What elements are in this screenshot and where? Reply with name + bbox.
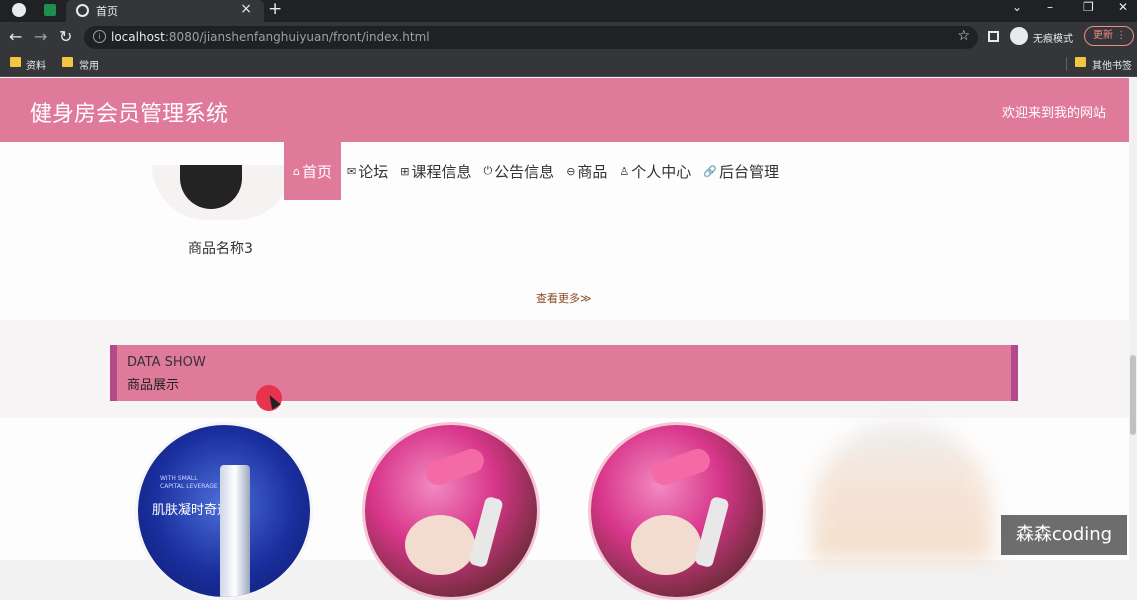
- folder-icon: [62, 57, 73, 67]
- nav-products[interactable]: ⊖ 商品: [560, 142, 613, 200]
- browser-toolbar: ← → ↻ i localhost:8080/jianshenfanghuiyu…: [0, 22, 1137, 52]
- see-more-link[interactable]: 查看更多≫: [536, 290, 592, 306]
- circle-icon: ⊖: [566, 164, 576, 178]
- section-title-cn: 商品展示: [127, 378, 180, 393]
- lipstick-shape: [422, 445, 488, 489]
- section-title-en: DATA SHOW: [127, 355, 206, 370]
- grid-icon: ⊞: [400, 164, 410, 178]
- product-image-skincare[interactable]: WITH SMALL CAPITAL LEVERAGE 肌肤凝时奇迹: [135, 422, 313, 600]
- folder-icon: [1075, 57, 1086, 67]
- chrome-icon[interactable]: [12, 3, 26, 17]
- side-panel-icon[interactable]: [988, 31, 999, 42]
- nav-label: 个人中心: [631, 162, 692, 181]
- product-image-cosmetics[interactable]: [362, 422, 540, 600]
- bookmarks-bar: 资料 常用 其他书签: [0, 52, 1137, 77]
- nav-announcements[interactable]: ⏻ 公告信息: [477, 142, 560, 200]
- welcome-text: 欢迎来到我的网站: [1001, 106, 1106, 121]
- main-nav: ⌂ 首页 ✉ 论坛 ⊞ 课程信息 ⏻ 公告信息 ⊖ 商品 ♙ 个人中心 🔗 后台管理: [284, 142, 785, 200]
- tab-title: 首页: [96, 5, 118, 18]
- bookmark-folder-ziliao[interactable]: 资料: [26, 57, 46, 72]
- mail-icon: ✉: [347, 164, 357, 178]
- browser-tab-strip: 首页 × + ⌄ – ❐ ✕: [0, 0, 1137, 22]
- back-icon[interactable]: ←: [9, 27, 22, 46]
- nav-personal-center[interactable]: ♙ 个人中心: [613, 142, 697, 200]
- minimize-icon[interactable]: –: [1047, 0, 1053, 14]
- site-header: 健身房会员管理系统 欢迎来到我的网站: [0, 78, 1137, 142]
- tab-search-icon[interactable]: ⌄: [1012, 0, 1022, 14]
- site-title: 健身房会员管理系统: [30, 102, 229, 127]
- product-small-print: WITH SMALL CAPITAL LEVERAGE: [160, 475, 218, 490]
- product-image-text: 肌肤凝时奇迹: [152, 503, 231, 518]
- bottle-shape: [220, 465, 250, 597]
- update-label: 更新: [1093, 30, 1113, 41]
- product-name[interactable]: 商品名称3: [188, 238, 253, 258]
- close-tab-icon[interactable]: ×: [240, 1, 252, 17]
- home-icon: ⌂: [293, 164, 300, 178]
- section-title-bar: DATA SHOW 商品展示: [110, 345, 1018, 401]
- folder-icon: [10, 57, 21, 67]
- nav-label: 课程信息: [411, 162, 472, 181]
- nav-courses[interactable]: ⊞ 课程信息: [394, 142, 477, 200]
- scrollbar-thumb[interactable]: [1130, 355, 1136, 435]
- window-close-icon[interactable]: ✕: [1118, 0, 1128, 14]
- user-icon: ♙: [619, 164, 630, 178]
- nav-home[interactable]: ⌂ 首页: [284, 142, 341, 200]
- nav-label: 公告信息: [494, 162, 555, 181]
- watermark: 森森coding: [1001, 515, 1127, 555]
- powder-shape: [631, 515, 701, 575]
- lipstick-shape: [648, 445, 714, 489]
- update-button[interactable]: 更新 ⋮: [1084, 26, 1134, 46]
- bookmark-folder-changyong[interactable]: 常用: [79, 57, 99, 72]
- powder-shape: [405, 515, 475, 575]
- nav-label: 首页: [301, 162, 332, 181]
- site-info-icon[interactable]: i: [93, 30, 106, 43]
- url-path: :8080/jianshenfanghuiyuan/front/index.ht…: [164, 30, 430, 44]
- globe-icon: [76, 4, 89, 17]
- incognito-label[interactable]: 无痕模式: [1033, 30, 1073, 45]
- incognito-icon[interactable]: [1010, 27, 1028, 45]
- address-bar[interactable]: i localhost:8080/jianshenfanghuiyuan/fro…: [84, 26, 978, 49]
- url-text[interactable]: localhost:8080/jianshenfanghuiyuan/front…: [111, 30, 430, 44]
- bookmarks-divider: [1066, 57, 1067, 71]
- reload-icon[interactable]: ↻: [59, 27, 72, 46]
- restore-icon[interactable]: ❐: [1083, 0, 1094, 14]
- tube-shape: [694, 495, 730, 569]
- other-bookmarks[interactable]: 其他书签: [1092, 57, 1132, 72]
- nav-forum[interactable]: ✉ 论坛: [341, 142, 394, 200]
- link-icon: 🔗: [703, 164, 718, 178]
- forward-icon[interactable]: →: [34, 27, 47, 46]
- nav-label: 商品: [577, 162, 608, 181]
- power-icon: ⏻: [483, 164, 493, 177]
- page-scrollbar[interactable]: [1129, 78, 1137, 560]
- app-tab-icon[interactable]: [44, 4, 56, 16]
- nav-label: 论坛: [358, 162, 389, 181]
- bookmark-star-icon[interactable]: ☆: [957, 28, 970, 44]
- product-image-cosmetics-2[interactable]: [588, 422, 766, 600]
- tube-shape: [468, 495, 504, 569]
- new-tab-icon[interactable]: +: [268, 0, 282, 19]
- nav-label: 后台管理: [719, 162, 780, 181]
- browser-tab-home[interactable]: 首页 ×: [66, 0, 264, 22]
- nav-admin[interactable]: 🔗 后台管理: [697, 142, 785, 200]
- product-cap-shape: [180, 165, 242, 209]
- url-host: localhost: [111, 30, 165, 44]
